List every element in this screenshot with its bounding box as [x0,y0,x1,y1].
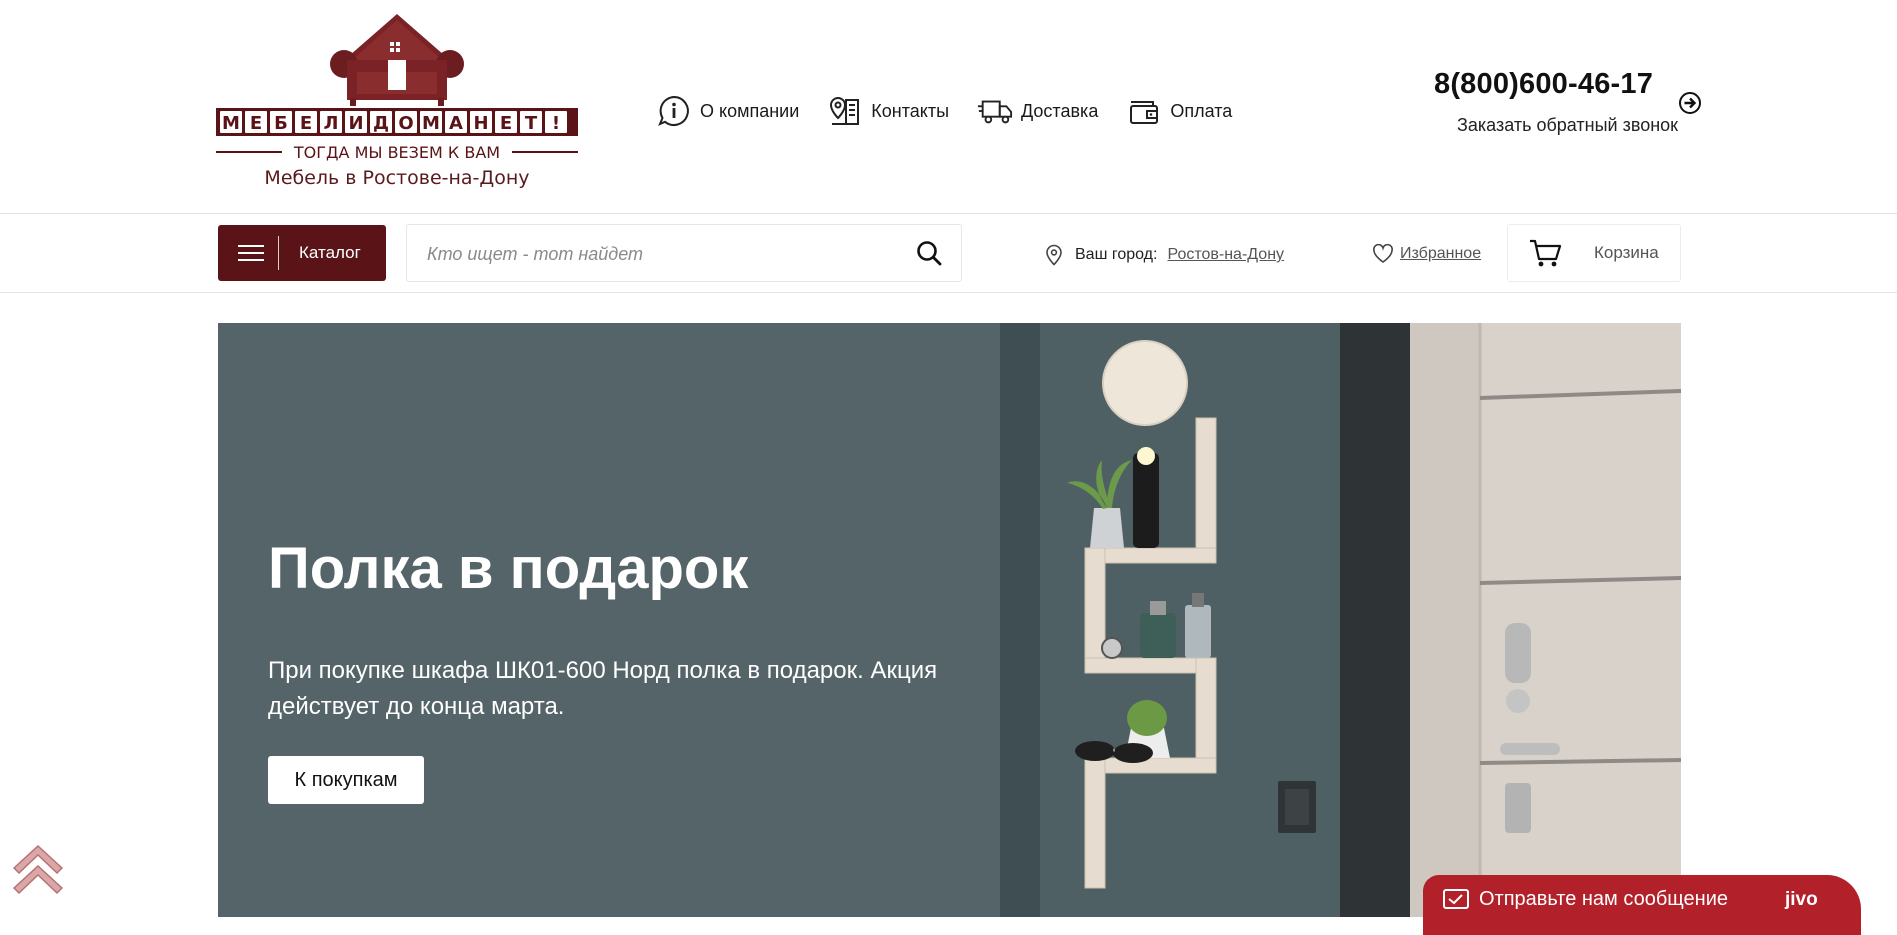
heart-icon [1373,244,1393,263]
main-nav: О компании Контакты Доставка Оплата [656,94,1260,128]
location-pin-icon [1046,244,1062,266]
promo-banner: Полка в подарок При покупке шкафа ШК01-6… [218,323,1681,917]
map-pin-building-icon [827,94,863,128]
svg-text:Т: Т [525,113,538,134]
wallet-icon [1126,94,1162,128]
mail-icon [1443,889,1469,909]
svg-text:М: М [422,113,440,134]
svg-text:Е: Е [300,113,312,134]
chat-label: Отправьте нам сообщение [1479,888,1728,910]
city-label: Ваш город: [1075,246,1158,263]
nav-contacts-label: Контакты [871,100,950,121]
site-header: МЕБЕ ЛИДО МАНЕ Т! ТОГДА МЫ ВЕЗЕМ К ВАМ М… [0,0,1897,214]
nav-contacts[interactable]: Контакты [827,94,949,128]
search-box [406,224,962,283]
banner-image [1000,323,1681,917]
city-selector: Ваш город: Ростов-на-Дону [1045,244,1284,266]
nav-delivery-label: Доставка [1021,100,1099,121]
logo-graphic: МЕБЕ ЛИДО МАНЕ Т! ТОГДА МЫ ВЕЗЕМ К ВАМ [216,14,578,162]
nav-delivery[interactable]: Доставка [977,94,1098,128]
logo-tagline: Мебель в Ростове-на-Дону [264,167,530,189]
search-icon[interactable] [915,239,943,267]
search-input[interactable] [425,225,909,283]
nav-about[interactable]: О компании [656,94,799,128]
toolbar: Каталог Ваш город: Ростов-на-Дону Избран… [0,214,1897,293]
chat-widget[interactable]: Отправьте нам сообщение jivo [1423,875,1861,935]
svg-text:!: ! [552,113,560,134]
svg-text:Е: Е [250,113,262,134]
phone-number[interactable]: 8(800)600-46-17 [1434,68,1653,101]
logo[interactable]: МЕБЕ ЛИДО МАНЕ Т! ТОГДА МЫ ВЕЗЕМ К ВАМ М… [212,12,582,192]
svg-text:Е: Е [500,113,512,134]
favorites-label: Избранное [1400,245,1482,262]
svg-text:И: И [348,113,363,134]
banner-title: Полка в подарок [268,536,749,601]
banner-text: При покупке шкафа ШК01-600 Норд полка в … [268,657,938,720]
callback-link[interactable]: Заказать обратный звонок [1457,115,1678,136]
cart-button[interactable]: Корзина [1507,224,1681,282]
menu-icon [238,240,264,266]
city-link[interactable]: Ростов-на-Дону [1167,246,1284,264]
cart-icon [1530,239,1562,267]
catalog-button-label: Каталог [299,243,361,262]
divider [278,236,279,270]
nav-payment[interactable]: Оплата [1126,94,1232,128]
chat-brand: jivo [1785,889,1818,910]
svg-text:М: М [222,113,240,134]
cart-label: Корзина [1594,243,1659,262]
shop-button[interactable]: К покупкам [268,756,424,804]
svg-text:ТОГДА МЫ ВЕЗЕМ К ВАМ: ТОГДА МЫ ВЕЗЕМ К ВАМ [293,143,500,162]
svg-text:Н: Н [473,113,488,134]
arrow-right-circle-icon[interactable] [1678,91,1702,115]
svg-text:О: О [398,113,413,134]
catalog-button[interactable]: Каталог [218,225,386,281]
nav-payment-label: Оплата [1170,100,1233,121]
scroll-to-top-icon[interactable] [10,840,66,896]
svg-text:А: А [449,113,463,134]
svg-text:Д: Д [373,113,389,134]
info-icon [656,94,692,128]
svg-text:Б: Б [274,113,288,134]
favorites-link[interactable]: Избранное [1372,244,1481,264]
svg-text:Л: Л [324,113,339,134]
nav-about-label: О компании [700,100,800,121]
truck-icon [977,94,1013,128]
